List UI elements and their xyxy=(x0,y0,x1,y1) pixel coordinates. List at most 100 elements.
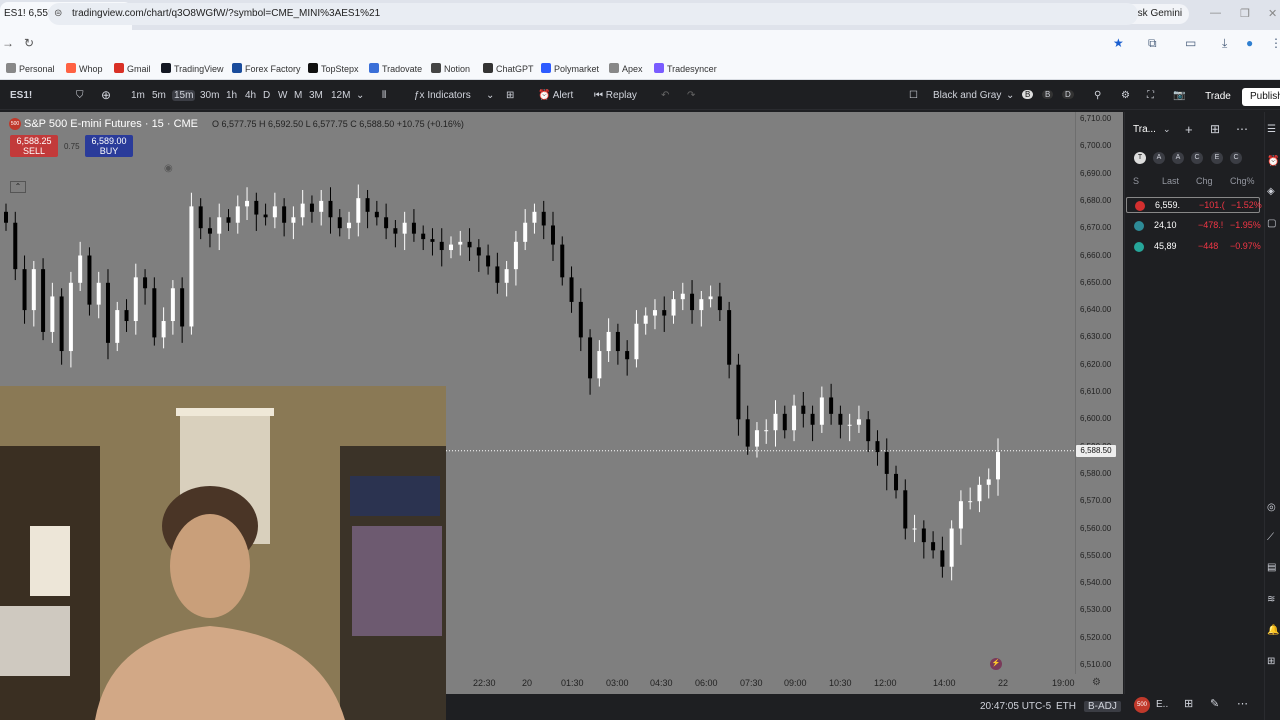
cast-icon[interactable]: ▭ xyxy=(1185,36,1196,50)
legend-title[interactable]: S&P 500 E-mini Futures · 15 · CME xyxy=(24,118,198,130)
search-icon[interactable]: ⚲ xyxy=(1094,90,1101,101)
filter-chip[interactable]: C xyxy=(1191,152,1203,164)
filter-chip[interactable]: A xyxy=(1172,152,1184,164)
camera-icon[interactable]: 📷 xyxy=(1173,90,1185,101)
theme-badge[interactable]: B xyxy=(1042,90,1054,99)
compare-add-icon[interactable]: ⊕ xyxy=(101,88,111,102)
layout-icon[interactable]: ⊞ xyxy=(1184,697,1193,710)
calendar-icon[interactable]: ▤ xyxy=(1267,562,1276,573)
watchlist-row[interactable]: 6,559. −101.(−1.52% xyxy=(1126,197,1262,213)
interval-w[interactable]: W xyxy=(278,90,287,101)
watchlist-layout-icon[interactable]: ⊞ xyxy=(1210,122,1220,136)
interval-m[interactable]: M xyxy=(294,90,302,101)
bookmark-item[interactable]: Apex xyxy=(609,63,643,74)
bookmark-item[interactable]: Tradesyncer xyxy=(654,63,717,74)
adjustment-toggle[interactable]: B-ADJ xyxy=(1084,701,1121,712)
filter-chip[interactable]: E xyxy=(1211,152,1223,164)
interval-4h[interactable]: 4h xyxy=(245,90,256,101)
bookmark-item[interactable]: Whop xyxy=(66,63,103,74)
undo-icon[interactable]: ↶ xyxy=(661,90,669,101)
bookmark-item[interactable]: Forex Factory xyxy=(232,63,301,74)
url-field[interactable]: ⊜ tradingview.com/chart/q3O8WGfW/?symbol=… xyxy=(48,3,1138,25)
minimize-icon[interactable]: — xyxy=(1210,7,1221,19)
more-icon[interactable]: ⋯ xyxy=(1236,122,1248,136)
forward-icon[interactable]: → xyxy=(2,36,14,50)
bookmark-item[interactable]: Gmail xyxy=(114,63,151,74)
symbol-short-label[interactable]: E.. xyxy=(1156,699,1168,710)
interval-12m[interactable]: 12M xyxy=(331,90,350,101)
grid-icon[interactable]: ⊞ xyxy=(1267,656,1275,667)
col-header-chg-pct[interactable]: Chg% xyxy=(1230,176,1255,186)
theme-selector[interactable]: Black and Gray xyxy=(933,90,1001,101)
download-icon[interactable]: ⤓ xyxy=(1222,36,1227,51)
symbol-search[interactable]: ES1! xyxy=(10,90,32,101)
layouts-icon[interactable]: ⊞ xyxy=(506,90,514,101)
redo-icon[interactable]: ↷ xyxy=(687,90,695,101)
fullscreen-icon[interactable]: ⛶ xyxy=(1147,90,1154,101)
target-icon[interactable]: ◎ xyxy=(1267,502,1276,513)
watchlist-title[interactable]: Tra... xyxy=(1133,124,1156,135)
bookmark-star-icon[interactable]: ★ xyxy=(1113,36,1124,50)
interval-1h[interactable]: 1h xyxy=(226,90,237,101)
sell-button[interactable]: 6,588.25 SELL xyxy=(10,135,58,157)
bookmark-item[interactable]: Personal xyxy=(6,63,55,74)
interval-15m[interactable]: 15m xyxy=(172,90,196,101)
event-marker-icon[interactable]: ⚡ xyxy=(990,658,1002,670)
close-window-icon[interactable]: ✕ xyxy=(1268,7,1277,20)
maximize-icon[interactable]: ❐ xyxy=(1240,7,1250,20)
interval-30m[interactable]: 30m xyxy=(200,90,219,101)
eye-icon[interactable]: ◉ xyxy=(164,163,173,174)
profile-avatar[interactable]: ● xyxy=(1246,36,1253,50)
bookmark-item[interactable]: Tradovate xyxy=(369,63,422,74)
data-window-icon[interactable]: ◈ xyxy=(1267,186,1275,197)
interval-1m[interactable]: 1m xyxy=(131,90,145,101)
filter-chip[interactable]: A xyxy=(1153,152,1165,164)
chevron-down-icon[interactable]: ⌄ xyxy=(356,90,364,101)
settings-icon[interactable]: ⚙ xyxy=(1121,90,1130,101)
theme-badge[interactable]: D xyxy=(1062,90,1074,99)
filter-chip[interactable]: T xyxy=(1134,152,1146,164)
indicators-button[interactable]: ƒx Indicators xyxy=(414,90,471,101)
menu-icon[interactable]: ⋮ xyxy=(1270,36,1280,50)
site-info-icon[interactable]: ⊜ xyxy=(54,3,62,25)
col-header-symbol[interactable]: S xyxy=(1133,176,1139,186)
col-header-chg[interactable]: Chg xyxy=(1196,176,1213,186)
buy-button[interactable]: 6,589.00 BUY xyxy=(85,135,133,157)
collapse-legend-icon[interactable]: ⌃ xyxy=(10,181,26,193)
reload-icon[interactable]: ↻ xyxy=(24,36,34,50)
bookmark-item[interactable]: TradingView xyxy=(161,63,224,74)
chat-icon[interactable]: ▢ xyxy=(1267,218,1276,229)
interval-d[interactable]: D xyxy=(263,90,270,101)
publish-button[interactable]: Publish xyxy=(1242,88,1280,106)
time-axis-settings-icon[interactable]: ⚙ xyxy=(1092,677,1101,688)
chevron-down-icon[interactable]: ⌄ xyxy=(486,90,494,101)
col-header-last[interactable]: Last xyxy=(1162,176,1179,186)
interval-5m[interactable]: 5m xyxy=(152,90,166,101)
symbol-logo-icon[interactable]: 500 xyxy=(1134,697,1150,713)
edit-icon[interactable]: ✎ xyxy=(1210,697,1219,710)
bookmark-item[interactable]: TopStepx xyxy=(308,63,359,74)
bookmark-item[interactable]: Polymarket xyxy=(541,63,599,74)
bookmark-item[interactable]: ChatGPT xyxy=(483,63,534,74)
more-icon[interactable]: ⋯ xyxy=(1237,697,1248,710)
trade-button[interactable]: Trade xyxy=(1200,88,1236,106)
candle-type-icon[interactable]: ⫴ xyxy=(382,90,386,101)
add-symbol-icon[interactable]: + xyxy=(1185,122,1193,137)
watchlist-icon[interactable]: ☰ xyxy=(1267,124,1276,135)
notifications-icon[interactable]: 🔔 xyxy=(1267,625,1279,636)
ideas-icon[interactable]: ⟋ xyxy=(1267,532,1274,543)
filter-chip[interactable]: C xyxy=(1230,152,1242,164)
layout-checkbox-icon[interactable]: ☐ xyxy=(909,90,918,101)
watchlist-row[interactable]: 24,10 −478.! −1.95% xyxy=(1126,218,1261,234)
chevron-down-icon[interactable]: ⌄ xyxy=(1006,90,1014,101)
stream-icon[interactable]: ≋ xyxy=(1267,594,1275,605)
watchlist-row[interactable]: 45,89 −448 −0.97% xyxy=(1126,239,1261,255)
interval-3m[interactable]: 3M xyxy=(309,90,323,101)
alert-button[interactable]: ⏰ Alert xyxy=(538,90,573,101)
replay-button[interactable]: ⏮ Replay xyxy=(594,90,637,101)
extensions-icon[interactable]: ⧉ xyxy=(1148,36,1157,51)
theme-badge[interactable]: B xyxy=(1022,90,1034,99)
bookmark-item[interactable]: Notion xyxy=(431,63,470,74)
alerts-icon[interactable]: ⏰ xyxy=(1267,156,1279,167)
chevron-down-icon[interactable]: ⌄ xyxy=(1163,124,1171,135)
